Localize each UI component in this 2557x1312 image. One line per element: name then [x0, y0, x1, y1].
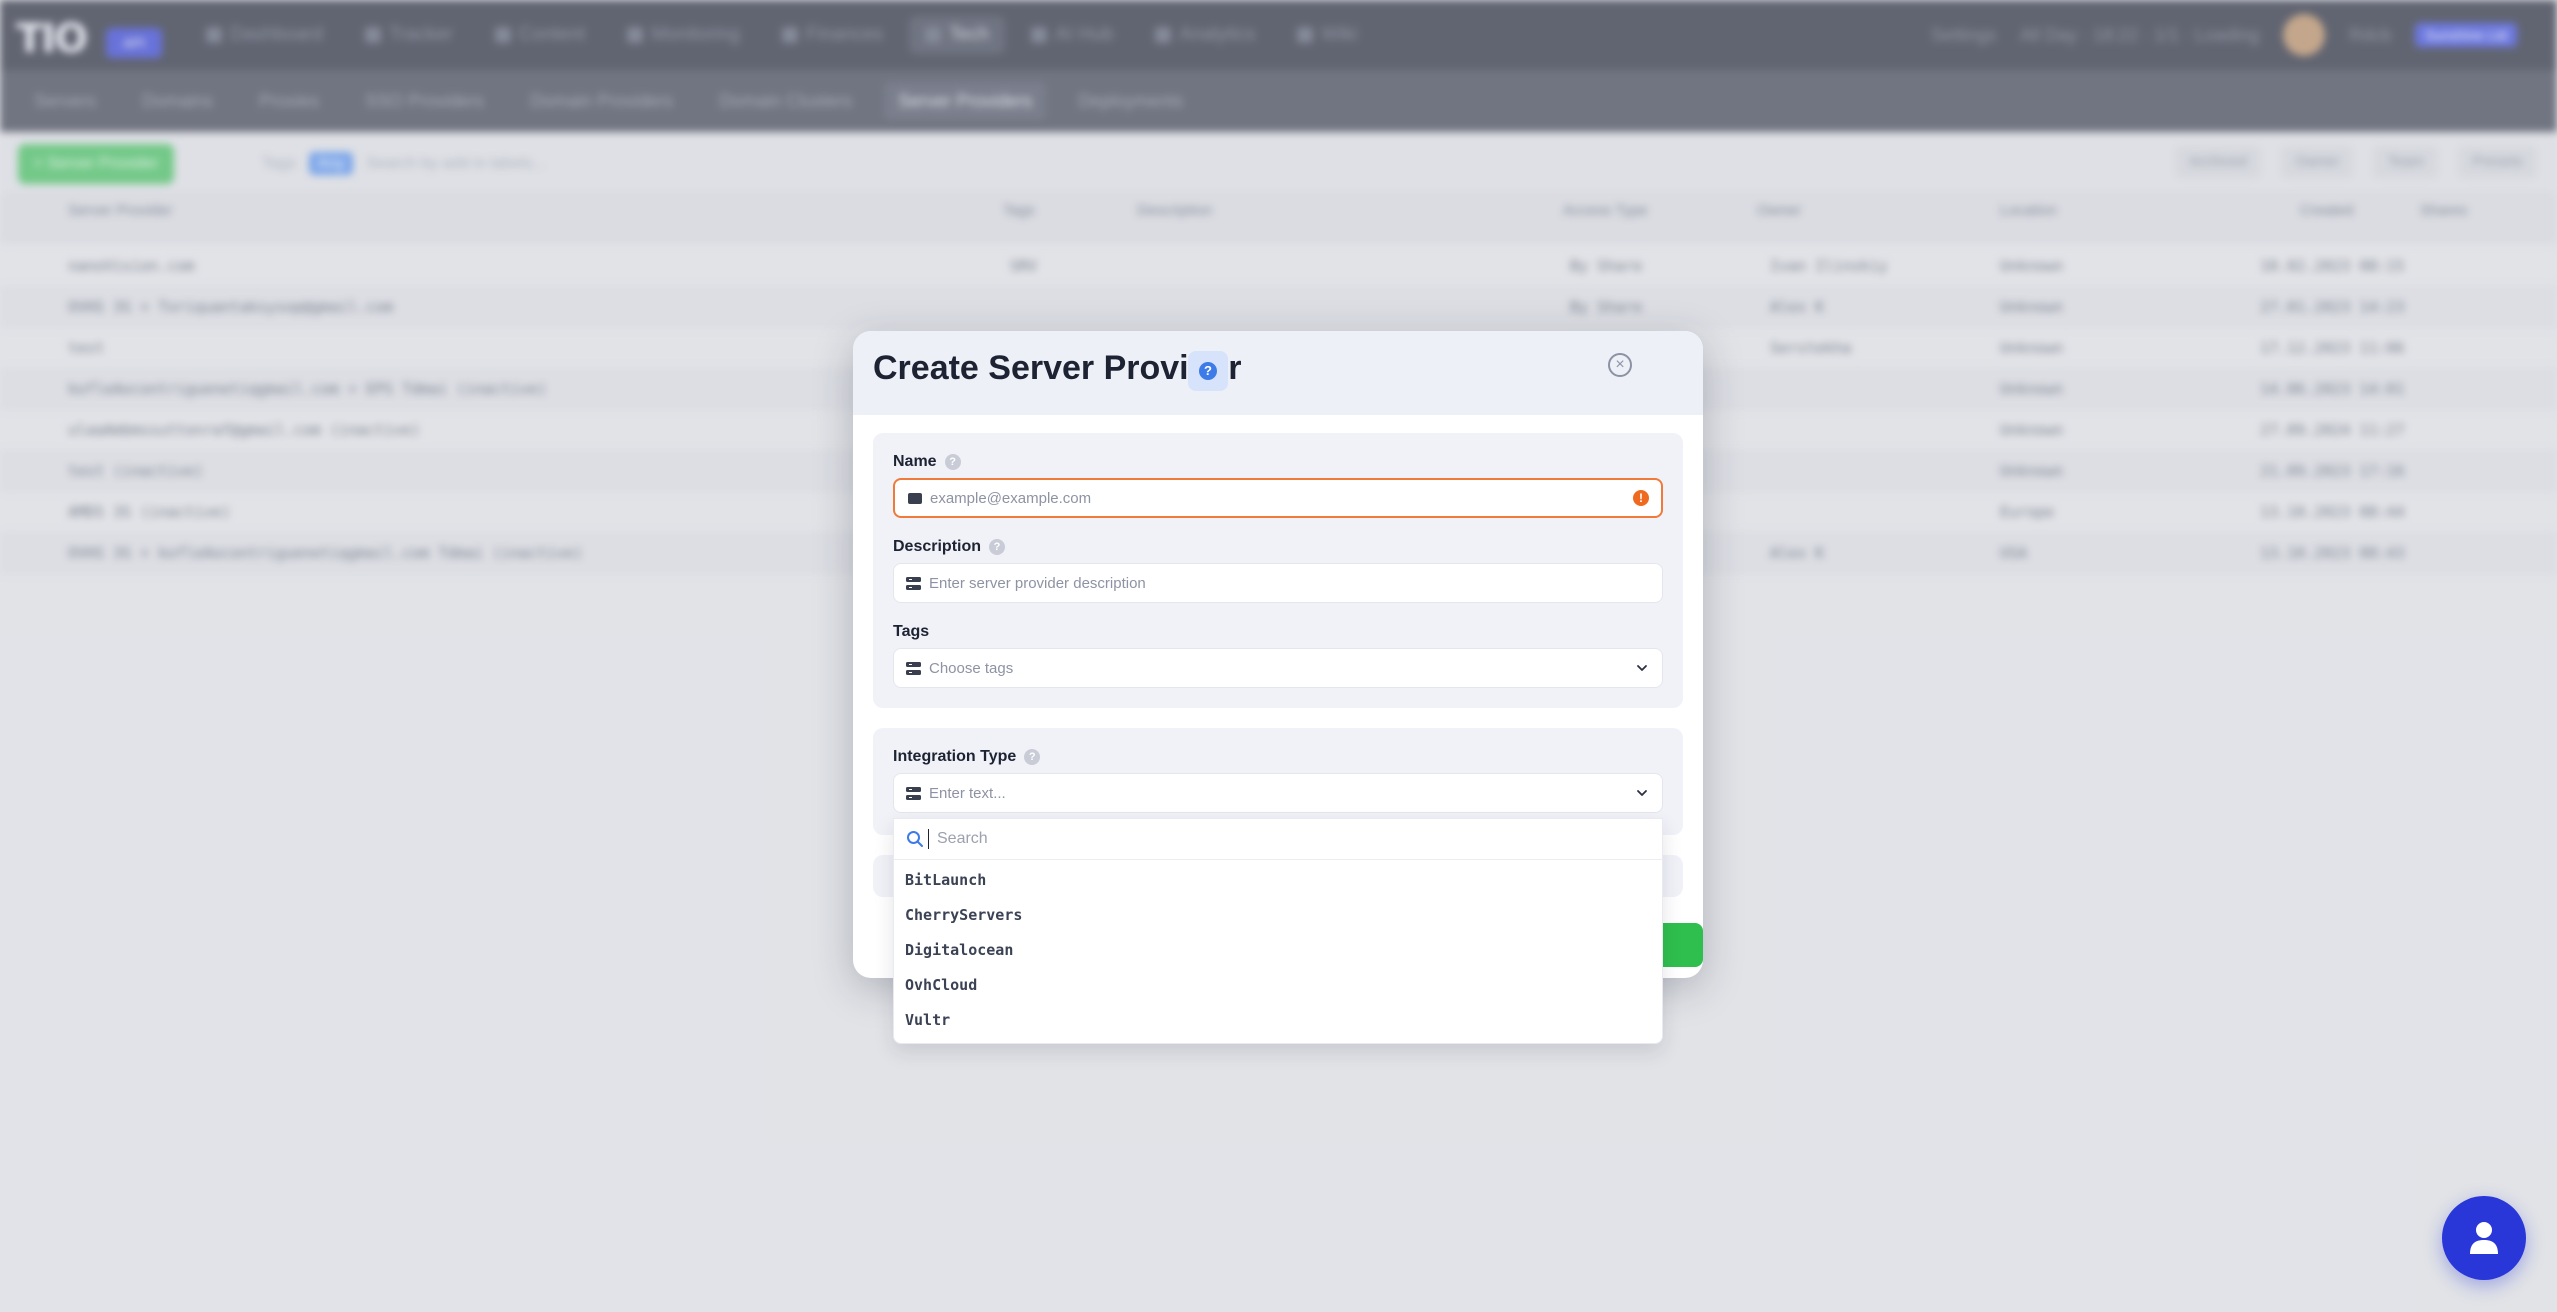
help-button[interactable]: ?	[1188, 351, 1228, 391]
question-icon[interactable]: ?	[1024, 749, 1041, 765]
description-placeholder: Enter server provider description	[929, 574, 1146, 592]
integration-placeholder: Enter text...	[929, 784, 1006, 802]
support-chat-button[interactable]	[2442, 1196, 2526, 1280]
name-label: Name ?	[893, 453, 961, 471]
warning-icon: !	[1633, 490, 1649, 506]
option-vultr[interactable]: Vultr	[903, 1005, 952, 1035]
text-field-icon	[906, 576, 921, 590]
name-placeholder: example@example.com	[930, 489, 1092, 507]
search-icon	[907, 831, 923, 847]
modal-title: Create Server Provider	[873, 349, 1242, 387]
name-field[interactable]: example@example.com !	[893, 478, 1663, 518]
tags-placeholder: Choose tags	[929, 659, 1014, 677]
description-label: Description ?	[893, 538, 1006, 556]
question-icon[interactable]: ?	[989, 539, 1006, 555]
option-bitlaunch[interactable]: BitLaunch	[903, 865, 988, 895]
text-caret	[928, 829, 929, 849]
dropdown-search	[894, 819, 1662, 860]
tags-label-text: Tags	[893, 623, 930, 640]
integration-type-dropdown: BitLaunch CherryServers Digitalocean Ovh…	[893, 818, 1663, 1044]
integration-label-text: Integration Type	[893, 748, 1017, 765]
basic-info-panel: Name ? example@example.com ! Description…	[873, 433, 1683, 708]
tags-label: Tags	[893, 623, 929, 641]
chevron-down-icon	[1637, 665, 1647, 671]
close-icon[interactable]: ×	[1608, 353, 1632, 377]
text-field-icon	[906, 661, 921, 675]
description-field[interactable]: Enter server provider description	[893, 563, 1663, 603]
integration-type-label: Integration Type ?	[893, 748, 1041, 766]
mail-icon	[907, 492, 922, 505]
question-icon[interactable]: ?	[944, 454, 961, 470]
help-icon: ?	[1199, 362, 1217, 380]
option-ovhcloud[interactable]: OvhCloud	[903, 970, 979, 1000]
chevron-down-icon	[1637, 790, 1647, 796]
user-support-icon	[2470, 1222, 2498, 1254]
option-digitalocean[interactable]: Digitalocean	[903, 935, 1015, 965]
description-label-text: Description	[893, 538, 982, 555]
modal-header: Create Server Provider ? ×	[853, 331, 1703, 415]
submit-button[interactable]	[1663, 923, 1703, 967]
name-label-text: Name	[893, 453, 937, 470]
tags-select[interactable]: Choose tags	[893, 648, 1663, 688]
dropdown-search-input[interactable]	[935, 829, 1619, 849]
integration-type-select[interactable]: Enter text...	[893, 773, 1663, 813]
option-cherryservers[interactable]: CherryServers	[903, 900, 1024, 930]
text-field-icon	[906, 786, 921, 800]
